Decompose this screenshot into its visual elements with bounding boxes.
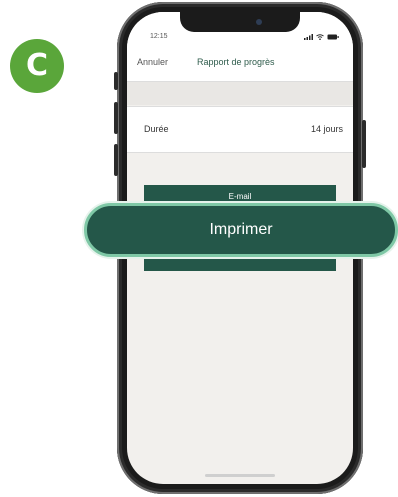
print-button[interactable]: Imprimer: [84, 203, 398, 257]
camera-icon: [256, 19, 262, 25]
phone-notch: [180, 12, 300, 32]
home-indicator: [205, 474, 275, 477]
cancel-button[interactable]: Annuler: [137, 57, 168, 67]
volume-down-button: [114, 144, 118, 176]
status-icons: [304, 34, 339, 41]
tutorial-stage: C 12:15 Annuler Rapport de progrès Durée…: [0, 0, 398, 497]
navigation-bar: Annuler Rapport de progrès: [127, 50, 353, 82]
duration-label: Durée: [144, 124, 169, 134]
wifi-icon: [316, 34, 324, 41]
silent-switch: [114, 72, 118, 90]
duration-row: Durée 14 jours: [127, 106, 353, 153]
volume-up-button: [114, 102, 118, 134]
step-badge: C: [10, 39, 64, 93]
status-time: 12:15: [150, 33, 168, 40]
signal-icon: [304, 34, 314, 41]
section-spacer: [127, 82, 353, 105]
duration-value: 14 jours: [310, 124, 343, 134]
page-title: Rapport de progrès: [197, 57, 275, 67]
power-button: [362, 120, 366, 168]
battery-icon: [327, 34, 339, 40]
